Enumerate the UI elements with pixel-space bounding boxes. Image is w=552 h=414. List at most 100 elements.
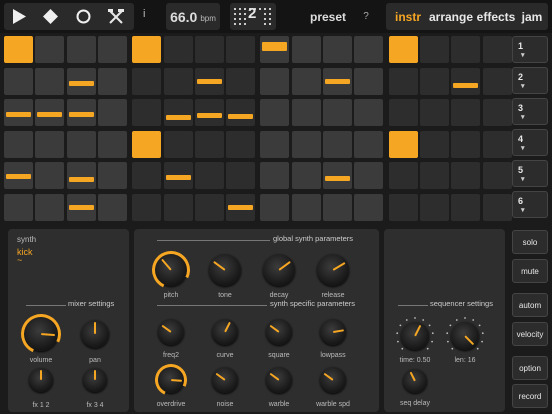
step-cell[interactable] — [97, 99, 127, 127]
step-cell[interactable] — [388, 67, 418, 95]
mute-button[interactable]: mute — [512, 259, 548, 283]
step-cell[interactable] — [163, 67, 193, 95]
step-cell[interactable] — [97, 36, 127, 63]
time-0-50-knob[interactable] — [396, 317, 434, 350]
step-cell[interactable] — [291, 99, 321, 127]
fx-1-2-knob[interactable] — [29, 368, 53, 392]
step-cell[interactable] — [291, 36, 321, 63]
velocity-button[interactable]: velocity — [512, 322, 548, 346]
step-cell[interactable] — [163, 162, 193, 190]
preset-button[interactable]: preset — [302, 3, 354, 30]
step-cell[interactable] — [419, 36, 449, 63]
step-cell[interactable] — [482, 162, 512, 190]
step-cell[interactable] — [4, 67, 33, 95]
step-cell[interactable] — [132, 67, 162, 95]
step-cell[interactable] — [194, 67, 224, 95]
step-cell[interactable] — [66, 99, 96, 127]
step-cell[interactable] — [323, 162, 352, 190]
step-cell[interactable] — [388, 194, 418, 221]
record-button[interactable]: record — [512, 384, 548, 408]
step-cell[interactable] — [163, 194, 193, 221]
track-button-6[interactable]: 6 ▾ — [512, 191, 548, 218]
step-cell[interactable] — [97, 67, 127, 95]
step-cell[interactable] — [35, 67, 65, 95]
step-cell[interactable] — [354, 194, 384, 221]
curve-knob[interactable] — [212, 319, 238, 345]
step-cell[interactable] — [323, 67, 352, 95]
step-cell[interactable] — [451, 194, 481, 221]
release-knob[interactable] — [317, 254, 349, 286]
track-button-5[interactable]: 5 ▾ — [512, 160, 548, 187]
step-cell[interactable] — [132, 162, 162, 190]
tab-effects[interactable]: effects — [474, 3, 518, 30]
step-cell[interactable] — [35, 130, 65, 158]
len-16-knob[interactable] — [446, 317, 484, 350]
step-cell[interactable] — [226, 162, 256, 190]
fx-3-4-knob[interactable] — [83, 368, 107, 392]
tone-knob[interactable] — [209, 254, 241, 286]
step-cell[interactable] — [291, 130, 321, 158]
tools-button[interactable] — [101, 3, 131, 30]
step-cell[interactable] — [260, 194, 290, 221]
step-cell[interactable] — [323, 194, 352, 221]
track-button-2[interactable]: 2 ▾ — [512, 67, 548, 94]
step-cell[interactable] — [419, 130, 449, 158]
step-cell[interactable] — [260, 162, 290, 190]
step-cell[interactable] — [354, 36, 384, 63]
step-cell[interactable] — [482, 194, 512, 221]
step-cell[interactable] — [226, 130, 256, 158]
step-cell[interactable] — [66, 67, 96, 95]
step-cell[interactable] — [226, 36, 256, 63]
step-cell[interactable] — [291, 194, 321, 221]
play-button[interactable] — [4, 3, 34, 30]
step-cell[interactable] — [35, 162, 65, 190]
step-cell[interactable] — [163, 130, 193, 158]
step-cell[interactable] — [419, 99, 449, 127]
seq-delay-knob[interactable] — [403, 369, 427, 393]
step-cell[interactable] — [482, 130, 512, 158]
step-cell[interactable] — [66, 36, 96, 63]
step-cell[interactable] — [132, 99, 162, 127]
step-cell[interactable] — [97, 194, 127, 221]
step-cell[interactable] — [388, 36, 418, 63]
step-cell[interactable] — [482, 67, 512, 95]
step-cell[interactable] — [35, 36, 65, 63]
step-cell[interactable] — [419, 67, 449, 95]
decay-knob[interactable] — [263, 254, 295, 286]
freq2-knob[interactable] — [158, 319, 184, 345]
solo-button[interactable]: solo — [512, 230, 548, 254]
tab-jam[interactable]: jam — [518, 3, 546, 30]
step-cell[interactable] — [194, 36, 224, 63]
step-cell[interactable] — [354, 99, 384, 127]
tab-arrange[interactable]: arrange — [428, 3, 474, 30]
stop-button[interactable] — [35, 3, 65, 30]
step-cell[interactable] — [482, 36, 512, 63]
step-cell[interactable] — [163, 99, 193, 127]
warble-spd-knob[interactable] — [320, 367, 346, 393]
step-cell[interactable] — [132, 130, 162, 158]
step-cell[interactable] — [4, 130, 33, 158]
step-cell[interactable] — [323, 99, 352, 127]
step-cell[interactable] — [35, 194, 65, 221]
track-button-1[interactable]: 1 ▾ — [512, 36, 548, 63]
step-cell[interactable] — [291, 67, 321, 95]
overdrive-knob[interactable] — [150, 359, 192, 401]
track-button-3[interactable]: 3 ▾ — [512, 98, 548, 125]
step-cell[interactable] — [354, 130, 384, 158]
step-cell[interactable] — [260, 67, 290, 95]
tab-instr[interactable]: instr — [390, 3, 426, 30]
step-cell[interactable] — [97, 162, 127, 190]
step-cell[interactable] — [451, 36, 481, 63]
step-cell[interactable] — [4, 36, 33, 63]
help-button[interactable]: ? — [358, 3, 374, 30]
step-cell[interactable] — [419, 194, 449, 221]
step-cell[interactable] — [388, 99, 418, 127]
step-cell[interactable] — [194, 99, 224, 127]
step-cell[interactable] — [451, 162, 481, 190]
step-cell[interactable] — [323, 130, 352, 158]
pan-knob[interactable] — [81, 320, 109, 348]
step-cell[interactable] — [66, 162, 96, 190]
volume-knob[interactable] — [15, 308, 67, 360]
step-cell[interactable] — [388, 162, 418, 190]
step-cell[interactable] — [419, 162, 449, 190]
